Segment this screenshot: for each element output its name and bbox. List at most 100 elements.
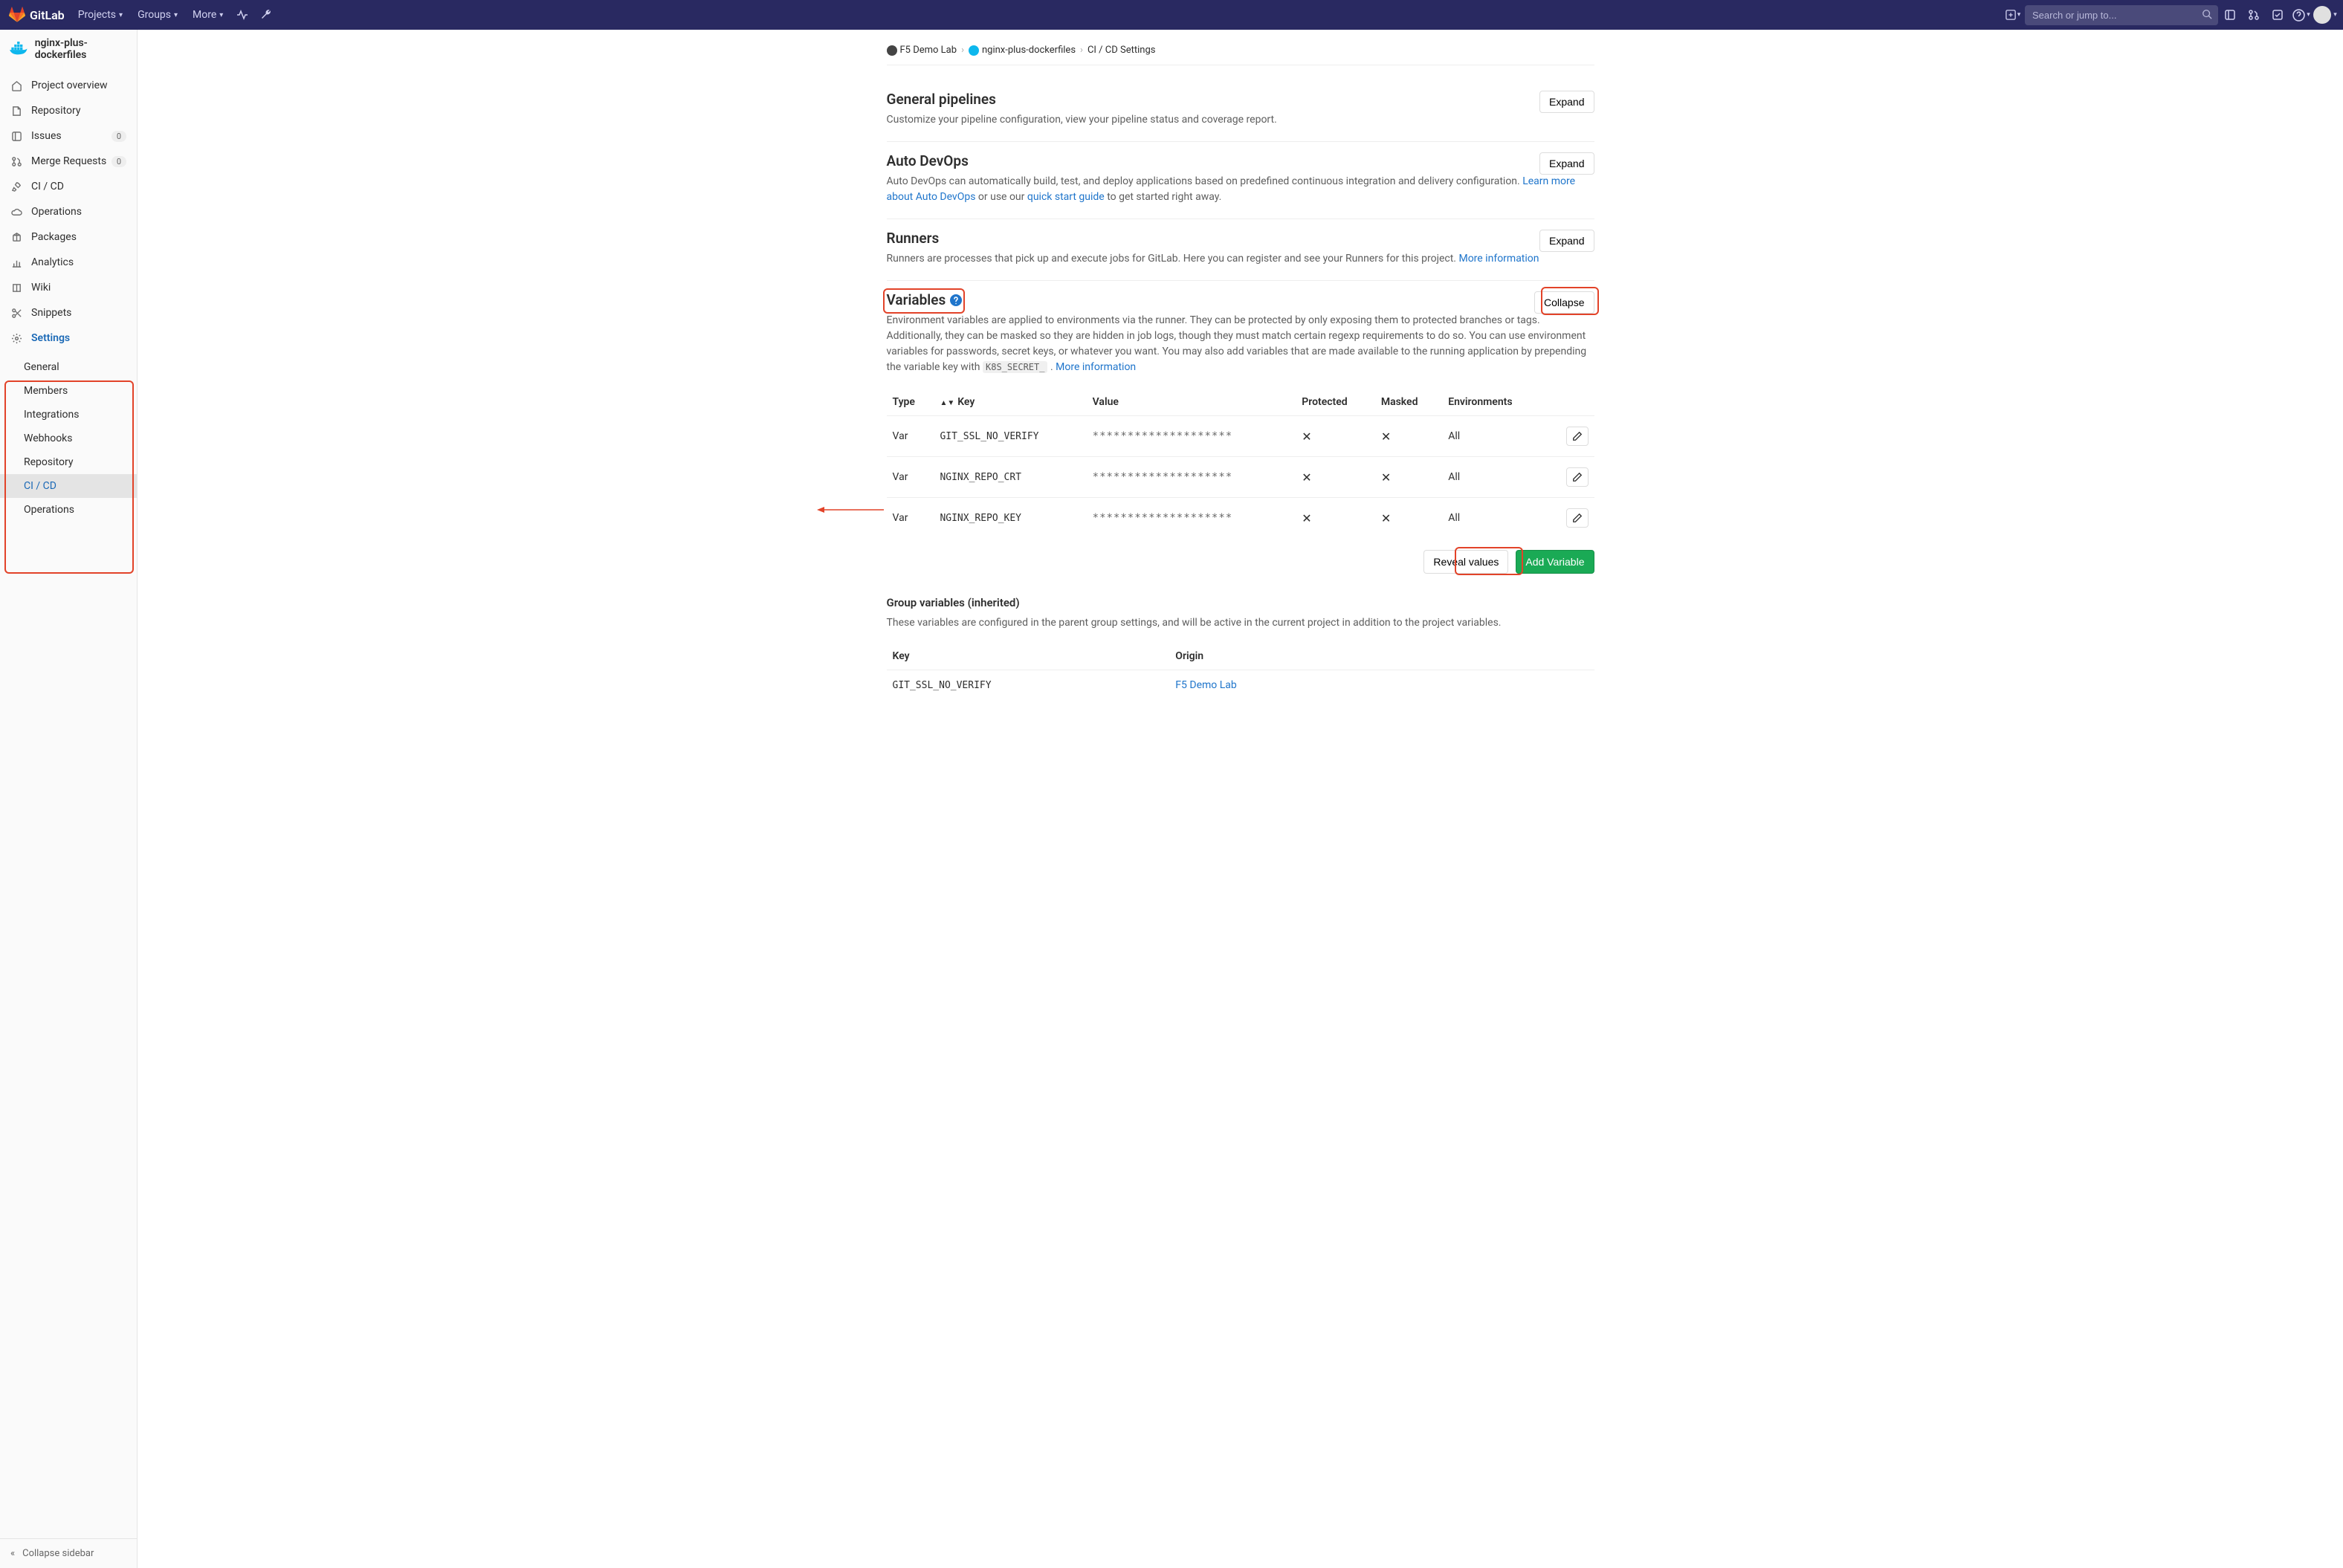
nav-projects[interactable]: Projects▾ <box>71 0 130 30</box>
reveal-values-button[interactable]: Reveal values <box>1423 550 1508 574</box>
sort-icon: ▲▼ <box>940 399 954 407</box>
plus-dropdown[interactable]: ▾ <box>2001 0 2025 30</box>
col-key[interactable]: ▲▼Key <box>934 389 1086 416</box>
subnav-members[interactable]: Members <box>0 379 137 403</box>
var-protected: ✕ <box>1296 457 1375 498</box>
var-type: Var <box>887 457 934 498</box>
col-value[interactable]: Value <box>1087 389 1296 416</box>
cloud-icon <box>10 207 22 218</box>
var-protected: ✕ <box>1296 416 1375 457</box>
quick-start-guide-link[interactable]: quick start guide <box>1027 191 1105 203</box>
project-avatar-icon <box>969 45 979 56</box>
add-variable-button[interactable]: Add Variable <box>1516 550 1594 574</box>
sidebar-item-repository[interactable]: Repository <box>0 98 137 123</box>
mr-count-badge: 0 <box>112 156 126 167</box>
search-icon <box>2202 9 2212 19</box>
gitlab-brand[interactable]: GitLab <box>9 7 65 23</box>
search-input[interactable] <box>2025 5 2218 25</box>
breadcrumb-separator: › <box>961 45 964 56</box>
col-environments[interactable]: Environments <box>1442 389 1547 416</box>
section-description: Customize your pipeline configuration, v… <box>887 112 1594 128</box>
k8s-secret-code: K8S_SECRET_ <box>983 361 1047 373</box>
annotation-arrow <box>817 505 884 514</box>
gear-icon <box>10 333 22 344</box>
inherited-origin-link[interactable]: F5 Demo Lab <box>1175 679 1236 691</box>
var-type: Var <box>887 498 934 539</box>
section-title: General pipelines <box>887 91 1594 108</box>
user-menu[interactable]: ▾ <box>2313 0 2337 30</box>
merge-requests-shortcut-icon[interactable] <box>2242 0 2266 30</box>
sidebar-item-cicd[interactable]: CI / CD <box>0 174 137 199</box>
col-type[interactable]: Type <box>887 389 934 416</box>
wrench-icon[interactable] <box>254 0 278 30</box>
pencil-icon <box>1572 513 1583 523</box>
pencil-icon <box>1572 431 1583 441</box>
nav-groups[interactable]: Groups▾ <box>130 0 185 30</box>
project-context-header[interactable]: nginx-plus-dockerfiles <box>0 30 137 68</box>
chevron-double-left-icon: « <box>10 1548 15 1559</box>
var-value: ******************** <box>1087 498 1296 539</box>
issues-icon <box>10 131 22 142</box>
breadcrumb-group[interactable]: F5 Demo Lab <box>900 45 957 56</box>
expand-autodevops-button[interactable]: Expand <box>1539 152 1594 175</box>
table-row: VarNGINX_REPO_KEY********************✕✕A… <box>887 498 1594 539</box>
main-content: F5 Demo Lab › nginx-plus-dockerfiles › C… <box>869 30 1612 1568</box>
chevron-down-icon: ▾ <box>219 11 223 19</box>
sidebar-item-merge-requests[interactable]: Merge Requests0 <box>0 149 137 174</box>
col-protected[interactable]: Protected <box>1296 389 1375 416</box>
section-title: Runners <box>887 230 1594 247</box>
docker-whale-icon <box>9 40 29 58</box>
breadcrumb-project[interactable]: nginx-plus-dockerfiles <box>982 45 1076 56</box>
runners-more-info-link[interactable]: More information <box>1458 253 1539 265</box>
sidebar-item-packages[interactable]: Packages <box>0 224 137 250</box>
help-icon[interactable] <box>950 294 962 306</box>
subnav-cicd[interactable]: CI / CD <box>0 474 137 498</box>
subnav-repository[interactable]: Repository <box>0 450 137 474</box>
section-description: Environment variables are applied to env… <box>887 313 1594 375</box>
issues-count-badge: 0 <box>112 131 126 142</box>
activity-icon[interactable] <box>230 0 254 30</box>
collapse-sidebar[interactable]: « Collapse sidebar <box>0 1538 137 1568</box>
sidebar-item-operations[interactable]: Operations <box>0 199 137 224</box>
sidebar-item-wiki[interactable]: Wiki <box>0 275 137 300</box>
var-value: ******************** <box>1087 416 1296 457</box>
project-name: nginx-plus-dockerfiles <box>35 37 128 61</box>
edit-variable-button[interactable] <box>1566 467 1589 487</box>
sidebar-item-issues[interactable]: Issues0 <box>0 123 137 149</box>
group-avatar-icon <box>887 45 897 56</box>
top-nav: GitLab Projects▾ Groups▾ More▾ ▾ ▾ ▾ <box>0 0 2343 30</box>
sidebar-item-overview[interactable]: Project overview <box>0 73 137 98</box>
breadcrumbs: F5 Demo Lab › nginx-plus-dockerfiles › C… <box>887 42 1594 65</box>
subnav-operations[interactable]: Operations <box>0 498 137 522</box>
var-type: Var <box>887 416 934 457</box>
collapse-variables-button[interactable]: Collapse <box>1534 291 1594 314</box>
edit-variable-button[interactable] <box>1566 427 1589 446</box>
expand-general-button[interactable]: Expand <box>1539 91 1594 113</box>
nav-more[interactable]: More▾ <box>185 0 230 30</box>
merge-icon <box>10 156 22 167</box>
sidebar-item-settings[interactable]: Settings <box>0 325 137 351</box>
variables-more-info-link[interactable]: More information <box>1056 361 1136 373</box>
sidebar: nginx-plus-dockerfiles Project overview … <box>0 30 138 1568</box>
var-environment: All <box>1442 416 1547 457</box>
subnav-webhooks[interactable]: Webhooks <box>0 427 137 450</box>
col-masked[interactable]: Masked <box>1375 389 1442 416</box>
edit-variable-button[interactable] <box>1566 508 1589 528</box>
pencil-icon <box>1572 472 1583 482</box>
section-title: Auto DevOps <box>887 152 1594 169</box>
breadcrumb-separator: › <box>1080 45 1083 56</box>
subnav-general[interactable]: General <box>0 355 137 379</box>
sidebar-item-snippets[interactable]: Snippets <box>0 300 137 325</box>
group-variables-desc: These variables are configured in the pa… <box>887 615 1594 631</box>
var-masked: ✕ <box>1375 498 1442 539</box>
sidebar-item-analytics[interactable]: Analytics <box>0 250 137 275</box>
issues-shortcut-icon[interactable] <box>2218 0 2242 30</box>
section-description: Auto DevOps can automatically build, tes… <box>887 174 1594 205</box>
expand-runners-button[interactable]: Expand <box>1539 230 1594 252</box>
scissors-icon <box>10 308 22 319</box>
help-icon[interactable]: ▾ <box>2289 0 2313 30</box>
chevron-down-icon: ▾ <box>119 11 123 19</box>
home-icon <box>10 80 22 91</box>
todos-icon[interactable] <box>2266 0 2289 30</box>
subnav-integrations[interactable]: Integrations <box>0 403 137 427</box>
